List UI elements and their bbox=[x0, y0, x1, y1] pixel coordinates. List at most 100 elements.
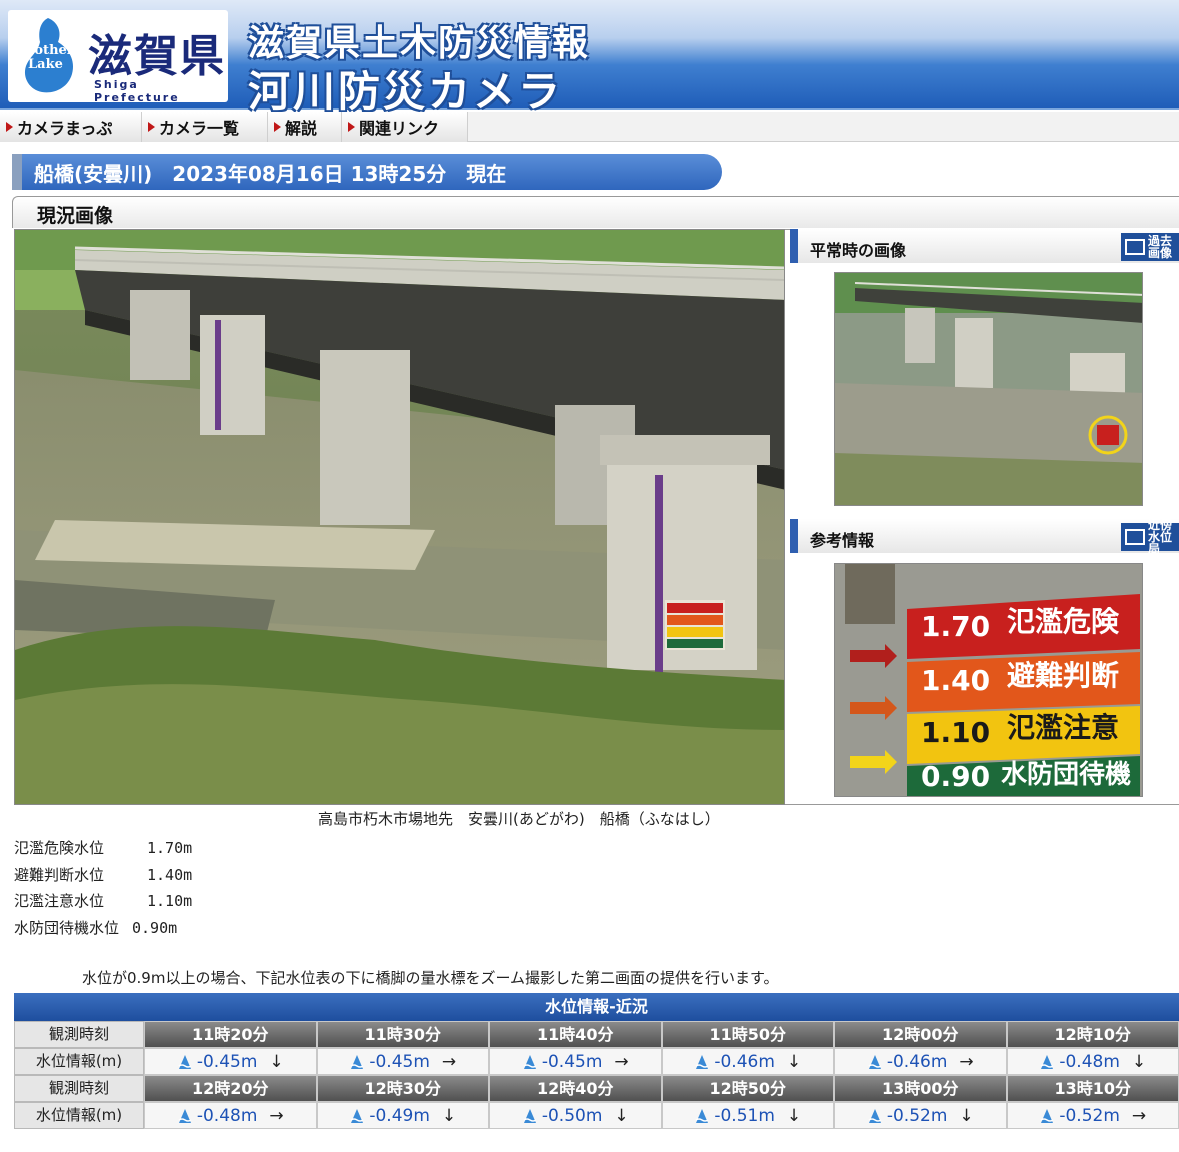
water-level-cell[interactable]: -0.50m ↓ bbox=[489, 1102, 662, 1129]
time-row-label: 観測時刻 bbox=[14, 1075, 144, 1102]
water-level-cell[interactable]: -0.45m ↓ bbox=[144, 1048, 317, 1075]
water-gauge-icon bbox=[350, 1108, 364, 1123]
current-camera-image[interactable] bbox=[14, 229, 785, 805]
observation-time: 11時40分 bbox=[489, 1021, 662, 1048]
level-label: 水防団待機水位 bbox=[14, 918, 120, 937]
level-row: 避難判断水位 1.40m bbox=[14, 862, 192, 889]
nav-camera-map[interactable]: カメラまっぷ bbox=[0, 112, 142, 142]
nearby-station-button[interactable]: 近傍水位局 bbox=[1121, 519, 1179, 555]
site-header: Mother Lake 滋賀県 Shiga Prefecture 滋賀県土木防災… bbox=[0, 0, 1179, 116]
lake-biwa-logo-icon: Mother Lake bbox=[20, 18, 74, 93]
observation-time: 12時20分 bbox=[144, 1075, 317, 1102]
nav-related-links[interactable]: 関連リンク bbox=[342, 112, 468, 142]
water-gauge-icon bbox=[350, 1054, 364, 1069]
trend-arrow-icon: ↓ bbox=[786, 1051, 802, 1072]
water-level-cell[interactable]: -0.45m → bbox=[489, 1048, 662, 1075]
trend-arrow-icon: ↓ bbox=[441, 1105, 457, 1126]
water-level-cell[interactable]: -0.46m → bbox=[834, 1048, 1007, 1075]
normal-image-title: 平常時の画像 bbox=[810, 241, 907, 260]
nav-label: 解説 bbox=[285, 119, 318, 138]
water-level-value: -0.49m bbox=[369, 1105, 430, 1126]
normal-condition-image[interactable] bbox=[834, 272, 1143, 506]
water-level-value: -0.52m bbox=[1059, 1105, 1120, 1126]
water-level-cell[interactable]: -0.48m ↓ bbox=[1006, 1048, 1179, 1075]
water-level-cell[interactable]: -0.48m → bbox=[144, 1102, 317, 1129]
shiga-logo[interactable]: Mother Lake 滋賀県 Shiga Prefecture bbox=[8, 10, 228, 104]
water-level-value: -0.46m bbox=[714, 1051, 775, 1072]
reference-info-title: 参考情報 bbox=[810, 531, 875, 550]
trend-arrow-icon: ↓ bbox=[786, 1105, 802, 1126]
level-value: 1.10m bbox=[132, 892, 193, 910]
water-gauge-icon bbox=[178, 1108, 192, 1123]
gauge-reference-image[interactable]: 1.70 氾濫危険 1.40 避難判断 1.10 氾濫注意 0.90 水防団待機 bbox=[834, 563, 1143, 797]
trend-arrow-icon: → bbox=[441, 1051, 457, 1072]
observation-time: 12時00分 bbox=[834, 1021, 1007, 1048]
observation-time: 12時40分 bbox=[489, 1075, 662, 1102]
gauge-value-4: 0.90 bbox=[921, 760, 991, 793]
trend-arrow-icon: → bbox=[614, 1051, 629, 1072]
trend-arrow-icon: ↓ bbox=[1131, 1051, 1147, 1072]
main-nav: カメラまっぷ カメラ一覧 解説 関連リンク bbox=[0, 112, 1179, 142]
chart-icon bbox=[1125, 529, 1145, 545]
level-row: 氾濫危険水位 1.70m bbox=[14, 835, 192, 862]
time-row-label: 観測時刻 bbox=[14, 1021, 144, 1048]
observation-time: 11時20分 bbox=[144, 1021, 317, 1048]
water-level-cell[interactable]: -0.52m ↓ bbox=[834, 1102, 1007, 1129]
water-level-value: -0.50m bbox=[541, 1105, 603, 1126]
normal-photo bbox=[835, 273, 1142, 505]
observation-time: 13時00分 bbox=[834, 1075, 1007, 1102]
nav-explanation[interactable]: 解説 bbox=[268, 112, 342, 142]
water-gauge-icon bbox=[523, 1054, 537, 1069]
water-gauge-icon bbox=[1040, 1054, 1054, 1069]
water-gauge-icon bbox=[1040, 1108, 1054, 1123]
observation-time: 12時10分 bbox=[1006, 1021, 1179, 1048]
water-level-value: -0.45m bbox=[196, 1051, 258, 1072]
nav-label: 関連リンク bbox=[359, 119, 440, 138]
trend-arrow-icon: → bbox=[959, 1051, 974, 1072]
observation-time: 12時30分 bbox=[316, 1075, 489, 1102]
nav-label: カメラ一覧 bbox=[159, 119, 240, 138]
station-banner: 船橋(安曇川) 2023年08月16日 13時25分 現在 bbox=[12, 154, 722, 190]
level-label: 氾濫危険水位 bbox=[14, 839, 105, 857]
level-label: 避難判断水位 bbox=[14, 865, 105, 884]
gauge-value-2: 1.40 bbox=[921, 664, 991, 697]
zoom-notice: 水位が0.9m以上の場合、下記水位表の下に橋脚の量水標をズーム撮影した第二画面の… bbox=[82, 969, 779, 987]
water-gauge-icon bbox=[695, 1054, 709, 1069]
gauge-value-1: 1.70 bbox=[921, 610, 991, 643]
observation-time: 11時30分 bbox=[316, 1021, 489, 1048]
water-level-value: -0.45m bbox=[369, 1051, 430, 1072]
site-title-line2: 河川防災カメラ bbox=[248, 67, 564, 116]
camera-location-caption: 高島市朽木市場地先 安曇川(あどがわ) 船橋（ふなはし） bbox=[318, 810, 720, 828]
nav-label: カメラまっぷ bbox=[17, 119, 113, 138]
past-images-button[interactable]: 過去画像 bbox=[1121, 233, 1179, 261]
water-gauge-icon bbox=[695, 1108, 709, 1123]
past-images-label: 過去画像 bbox=[1148, 234, 1173, 260]
reference-info-header: 参考情報 近傍水位局 bbox=[790, 519, 1179, 555]
level-value: 0.90m bbox=[132, 918, 178, 937]
nav-arrow-icon bbox=[348, 122, 355, 132]
nav-camera-list[interactable]: カメラ一覧 bbox=[142, 112, 268, 142]
water-level-cell[interactable]: -0.51m ↓ bbox=[661, 1102, 834, 1129]
water-level-cell[interactable]: -0.45m → bbox=[316, 1048, 489, 1075]
water-level-value: -0.48m bbox=[196, 1105, 258, 1126]
trend-arrow-icon: → bbox=[269, 1105, 284, 1126]
trend-arrow-icon: → bbox=[1131, 1105, 1147, 1126]
water-level-value: -0.48m bbox=[1059, 1051, 1120, 1072]
normal-image-header: 平常時の画像 過去画像 bbox=[790, 229, 1179, 263]
water-level-cell[interactable]: -0.46m ↓ bbox=[661, 1048, 834, 1075]
water-level-value: -0.46m bbox=[886, 1051, 948, 1072]
section-title: 現況画像 bbox=[12, 196, 1179, 228]
nav-arrow-icon bbox=[274, 122, 281, 132]
water-level-title: 水位情報-近況 bbox=[14, 993, 1179, 1021]
gauge-label-1: 氾濫危険 bbox=[1007, 605, 1120, 638]
value-row-label: 水位情報(m) bbox=[14, 1048, 144, 1075]
water-level-table: 水位情報-近況 観測時刻 11時20分 11時30分 11時40分 11時50分 12時0… bbox=[14, 993, 1179, 1129]
observation-time: 11時50分 bbox=[661, 1021, 834, 1048]
water-gauge-icon bbox=[868, 1108, 882, 1123]
gauge-label-2: 避難判断 bbox=[1007, 659, 1120, 692]
water-level-cell[interactable]: -0.52m → bbox=[1006, 1102, 1179, 1129]
gauge-label-4: 水防団待機 bbox=[1001, 760, 1132, 790]
water-level-cell[interactable]: -0.49m ↓ bbox=[316, 1102, 489, 1129]
threshold-levels: 氾濫危険水位 1.70m 避難判断水位 1.40m 氾濫注意水位 1.10m 水… bbox=[14, 835, 192, 941]
image-icon bbox=[1125, 239, 1145, 255]
